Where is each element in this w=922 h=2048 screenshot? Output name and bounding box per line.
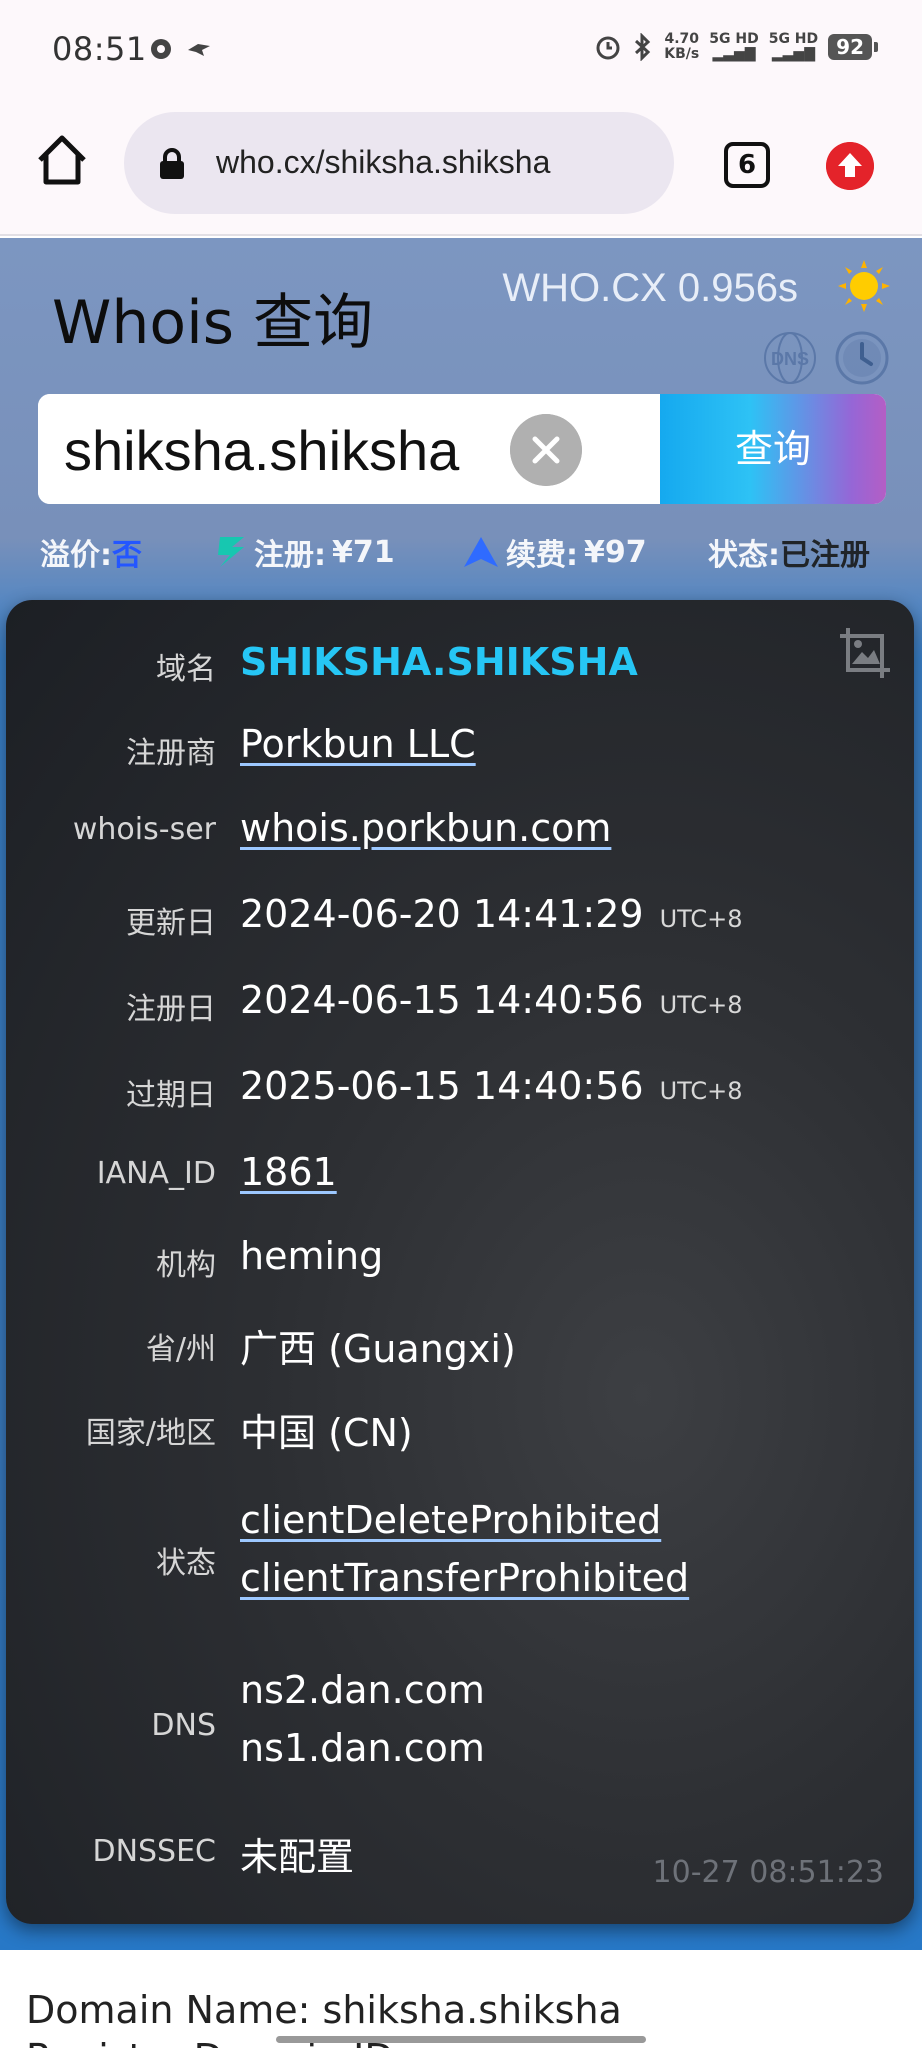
status-time: 08:51 xyxy=(52,30,147,68)
whois-server-label: whois-ser xyxy=(72,812,216,847)
dns-icon[interactable]: DNS xyxy=(762,330,818,386)
renew-value: ¥97 xyxy=(584,534,647,570)
bluetooth-icon xyxy=(635,33,651,61)
clear-icon[interactable] xyxy=(510,414,582,486)
updated-value: 2024-06-20 14:41:29 UTC+8 xyxy=(240,892,743,936)
country-label: 国家/地区 xyxy=(85,1416,216,1451)
country-value: 中国 (CN) xyxy=(240,1411,413,1455)
created-date: 2024-06-15 14:40:56 xyxy=(240,978,644,1022)
tabs-button[interactable]: 6 xyxy=(724,142,770,188)
updated-date: 2024-06-20 14:41:29 xyxy=(240,892,644,936)
premium-info: 溢价:否 xyxy=(40,530,142,574)
dns-server-2: ns1.dan.com xyxy=(240,1726,485,1770)
sun-icon[interactable] xyxy=(836,258,892,314)
query-timestamp: 10-27 08:51:23 xyxy=(652,1855,884,1890)
whois-result-card: 域名 SHIKSHA.SHIKSHA 注册商 Porkbun LLC whois… xyxy=(6,600,914,1924)
search-value: shiksha.shiksha xyxy=(64,419,460,482)
crop-screenshot-icon[interactable] xyxy=(836,624,894,682)
registrar-link[interactable]: Porkbun LLC xyxy=(240,722,476,766)
bird-icon xyxy=(188,44,210,56)
network-speed: 4.70 KB/s xyxy=(664,31,700,62)
lock-icon xyxy=(160,148,184,179)
home-icon[interactable] xyxy=(32,130,92,190)
domain-label: 域名 xyxy=(156,652,216,687)
search-input[interactable]: shiksha.shiksha xyxy=(38,394,660,504)
status-link-delete[interactable]: clientDeleteProhibited xyxy=(240,1498,661,1542)
updated-label: 更新日 xyxy=(126,906,216,941)
gesture-home-indicator[interactable] xyxy=(276,2036,646,2043)
brand-timing: WHO.CX 0.956s xyxy=(502,266,798,310)
iana-id-label: IANA_ID xyxy=(96,1156,216,1191)
page-title: Whois 查询 xyxy=(52,288,374,358)
expires-timezone: UTC+8 xyxy=(659,1077,743,1105)
province-label: 省/州 xyxy=(145,1332,216,1367)
sim1-signal: 5G HD ▂▃▅▇ xyxy=(709,31,759,62)
dns-label: DNS xyxy=(151,1708,216,1743)
alarm-icon xyxy=(596,36,620,60)
status-bar: 08:51 4.70 KB/s 5G HD ▂▃▅▇ 5G HD ▂▃▅▇ 92 xyxy=(0,0,922,100)
status-value: 已注册 xyxy=(780,538,870,573)
renew-price[interactable]: 续费: ¥97 xyxy=(462,530,647,574)
raw-whois-line: Domain Name: shiksha.shiksha xyxy=(26,1988,622,2032)
renew-logo-icon xyxy=(464,537,498,567)
vpn-icon xyxy=(151,39,171,59)
dnssec-label: DNSSEC xyxy=(92,1834,216,1869)
expires-value: 2025-06-15 14:40:56 UTC+8 xyxy=(240,1064,743,1108)
query-button[interactable]: 查询 xyxy=(660,394,886,504)
sim2-signal: 5G HD ▂▃▅▇ xyxy=(768,31,819,62)
whois-server-link[interactable]: whois.porkbun.com xyxy=(240,806,611,850)
history-clock-icon[interactable] xyxy=(834,330,890,386)
url-text: who.cx/shiksha.shiksha xyxy=(216,144,551,180)
domain-value: SHIKSHA.SHIKSHA xyxy=(240,640,638,684)
status-right-icons: 4.70 KB/s 5G HD ▂▃▅▇ 5G HD ▂▃▅▇ 92 xyxy=(594,31,878,62)
iana-id-link[interactable]: 1861 xyxy=(240,1150,337,1194)
upgrade-arrow-icon[interactable] xyxy=(826,142,874,190)
created-value: 2024-06-15 14:40:56 UTC+8 xyxy=(240,978,743,1022)
province-value: 广西 (Guangxi) xyxy=(240,1327,516,1371)
status-link-transfer[interactable]: clientTransferProhibited xyxy=(240,1556,689,1600)
premium-value: 否 xyxy=(112,538,142,573)
register-value: ¥71 xyxy=(332,534,395,570)
search-bar: shiksha.shiksha 查询 xyxy=(38,394,886,504)
registrar-label: 注册商 xyxy=(126,736,216,771)
registrar-logo-icon xyxy=(218,537,244,567)
browser-toolbar: who.cx/shiksha.shiksha 6 xyxy=(0,100,922,236)
status-info: 状态:已注册 xyxy=(708,530,870,574)
expires-date: 2025-06-15 14:40:56 xyxy=(240,1064,644,1108)
dnssec-value: 未配置 xyxy=(240,1835,355,1879)
svg-text:DNS: DNS xyxy=(771,349,809,369)
status-label: 状态: xyxy=(708,538,780,573)
dns-server-1: ns2.dan.com xyxy=(240,1668,485,1712)
created-label: 注册日 xyxy=(126,992,216,1027)
status-left-icons xyxy=(148,36,212,62)
expires-label: 过期日 xyxy=(126,1078,216,1113)
status-row-label: 状态 xyxy=(156,1546,216,1581)
register-price[interactable]: 注册: ¥71 xyxy=(214,530,395,574)
register-label: 注册: xyxy=(254,538,326,573)
organization-label: 机构 xyxy=(156,1248,216,1283)
battery-indicator: 92 xyxy=(828,34,878,60)
price-info-bar: 溢价:否 注册: ¥71 续费: ¥97 状态:已注册 xyxy=(38,526,886,576)
updated-timezone: UTC+8 xyxy=(659,905,743,933)
renew-label: 续费: xyxy=(506,538,578,573)
created-timezone: UTC+8 xyxy=(659,991,743,1019)
organization-value: heming xyxy=(240,1234,384,1278)
premium-label: 溢价: xyxy=(40,538,112,573)
address-bar[interactable]: who.cx/shiksha.shiksha xyxy=(124,112,674,214)
